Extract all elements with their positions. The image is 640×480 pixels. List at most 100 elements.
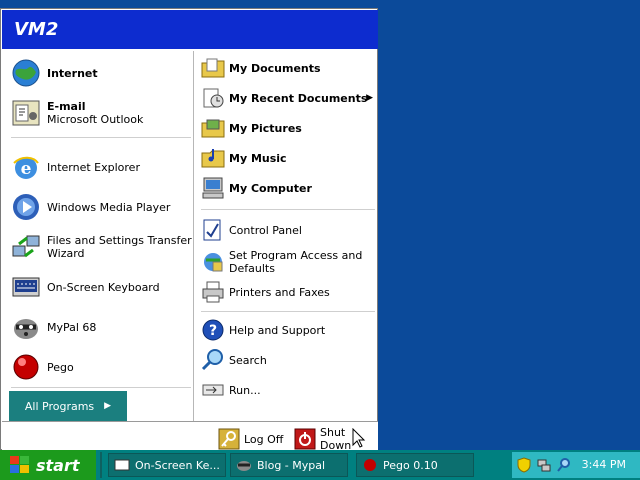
- internet-globe-icon: [11, 58, 41, 88]
- menu-item-label: Files and Settings Transfer: [47, 234, 192, 247]
- menu-item-sublabel: Microsoft Outlook: [47, 113, 144, 126]
- menu-item-my-recent-documents[interactable]: My Recent Documents ▶: [201, 85, 377, 111]
- menu-item-sublabel: Wizard: [47, 247, 85, 260]
- separator: [201, 209, 375, 210]
- separator: [11, 137, 191, 138]
- run-icon: [201, 378, 225, 402]
- keyboard-icon: [114, 458, 130, 472]
- power-icon: [294, 428, 316, 450]
- start-menu-header: VM2: [2, 10, 378, 49]
- documents-folder-icon: [201, 56, 225, 80]
- start-label: start: [36, 455, 80, 475]
- user-name: VM2: [14, 19, 59, 40]
- log-off-label: Log Off: [244, 432, 284, 446]
- menu-item-internet-explorer[interactable]: e Internet Explorer: [11, 149, 193, 185]
- menu-item-label: Internet: [47, 66, 98, 80]
- menu-item-label: E-mail: [47, 100, 86, 113]
- shut-down-label: Shut Down: [320, 426, 352, 452]
- menu-item-label: Printers and Faxes: [229, 285, 330, 299]
- search-icon[interactable]: [556, 457, 572, 473]
- internet-explorer-icon: e: [11, 152, 41, 182]
- menu-item-run[interactable]: Run...: [201, 377, 377, 403]
- printer-icon: [201, 280, 225, 304]
- task-onscreen-keyboard[interactable]: On-Screen Ke...: [108, 453, 226, 477]
- menu-item-internet[interactable]: Internet: [11, 55, 193, 91]
- network-icon[interactable]: [536, 457, 552, 473]
- menu-item-printers-faxes[interactable]: Printers and Faxes: [201, 279, 377, 305]
- menu-item-label: On-Screen Keyboard: [47, 280, 160, 294]
- task-blog-mypal[interactable]: Blog - Mypal: [230, 453, 348, 477]
- menu-item-help-support[interactable]: ? Help and Support: [201, 317, 377, 343]
- menu-item-label: Control Panel: [229, 223, 302, 237]
- menu-item-label: My Music: [229, 151, 287, 165]
- all-programs-button[interactable]: All Programs ▶: [9, 391, 127, 421]
- all-programs-label: All Programs: [24, 399, 95, 413]
- column-divider: [193, 51, 194, 421]
- menu-item-label: My Computer: [229, 181, 312, 195]
- menu-item-control-panel[interactable]: Control Panel: [201, 217, 377, 243]
- pego-red-ball-icon: [362, 458, 378, 472]
- menu-item-mypal[interactable]: MyPal 68: [11, 309, 193, 345]
- clock[interactable]: 3:44 PM: [582, 458, 626, 471]
- task-label: On-Screen Ke...: [135, 458, 220, 472]
- menu-item-label: Pego: [47, 360, 74, 374]
- menu-item-my-music[interactable]: My Music: [201, 145, 377, 171]
- start-menu: VM2 Internet E-mail Microsoft Outlook e …: [0, 8, 378, 452]
- taskbar-separator: [100, 452, 102, 478]
- menu-item-label: MyPal 68: [47, 320, 97, 334]
- media-player-icon: [11, 192, 41, 222]
- start-menu-left-column: Internet E-mail Microsoft Outlook e Inte…: [3, 51, 193, 421]
- mypal-raccoon-icon: [236, 458, 252, 472]
- menu-item-my-computer[interactable]: My Computer: [201, 175, 377, 201]
- start-menu-footer: Log Off Shut Down: [2, 421, 378, 452]
- key-icon: [218, 428, 240, 450]
- separator: [201, 311, 375, 312]
- svg-text:e: e: [21, 159, 32, 179]
- menu-item-my-pictures[interactable]: My Pictures: [201, 115, 377, 141]
- taskbar: start On-Screen Ke... Blog - Mypal Pego …: [0, 450, 640, 480]
- program-access-icon: [201, 250, 225, 274]
- menu-item-label: Help and Support: [229, 323, 326, 337]
- menu-item-label: My Recent Documents: [229, 91, 368, 105]
- menu-item-search[interactable]: Search: [201, 347, 377, 373]
- menu-item-email[interactable]: E-mail Microsoft Outlook: [11, 95, 193, 131]
- separator: [11, 387, 191, 388]
- help-icon: ?: [201, 318, 225, 342]
- menu-item-files-transfer[interactable]: Files and Settings Transfer Wizard: [11, 229, 193, 265]
- svg-text:?: ?: [209, 323, 217, 339]
- log-off-button[interactable]: Log Off: [218, 428, 283, 450]
- menu-item-label: My Pictures: [229, 121, 302, 135]
- start-button[interactable]: start: [0, 450, 96, 480]
- task-label: Pego 0.10: [383, 458, 438, 472]
- shield-icon[interactable]: [516, 457, 532, 473]
- windows-flag-icon: [10, 456, 30, 474]
- menu-item-label: Run...: [229, 383, 261, 397]
- menu-item-label: Windows Media Player: [47, 200, 171, 214]
- menu-item-label: Set Program Access and: [229, 249, 363, 262]
- recent-documents-icon: [201, 86, 225, 110]
- task-pego[interactable]: Pego 0.10: [356, 453, 474, 477]
- menu-item-label: My Documents: [229, 61, 321, 75]
- search-icon: [201, 348, 225, 372]
- task-label: Blog - Mypal: [257, 458, 326, 472]
- pictures-folder-icon: [201, 116, 225, 140]
- outlook-email-icon: [11, 98, 41, 128]
- menu-item-sublabel: Defaults: [229, 262, 275, 275]
- menu-item-my-documents[interactable]: My Documents: [201, 55, 377, 81]
- system-tray: 3:44 PM: [512, 452, 640, 478]
- menu-item-label: Internet Explorer: [47, 160, 140, 174]
- menu-item-label: Search: [229, 353, 267, 367]
- menu-item-set-program-access[interactable]: Set Program Access and Defaults: [201, 247, 377, 277]
- menu-item-onscreen-keyboard[interactable]: On-Screen Keyboard: [11, 269, 193, 305]
- chevron-right-icon: ▶: [104, 401, 112, 411]
- mypal-raccoon-icon: [11, 312, 41, 342]
- mouse-cursor-icon: [352, 428, 366, 448]
- transfer-wizard-icon: [11, 232, 41, 262]
- start-menu-right-column: My Documents My Recent Documents ▶ My Pi…: [195, 51, 377, 419]
- keyboard-icon: [11, 272, 41, 302]
- menu-item-pego[interactable]: Pego: [11, 349, 193, 385]
- control-panel-icon: [201, 218, 225, 242]
- submenu-arrow-icon: ▶: [366, 93, 373, 103]
- menu-item-media-player[interactable]: Windows Media Player: [11, 189, 193, 225]
- pego-red-ball-icon: [11, 352, 41, 382]
